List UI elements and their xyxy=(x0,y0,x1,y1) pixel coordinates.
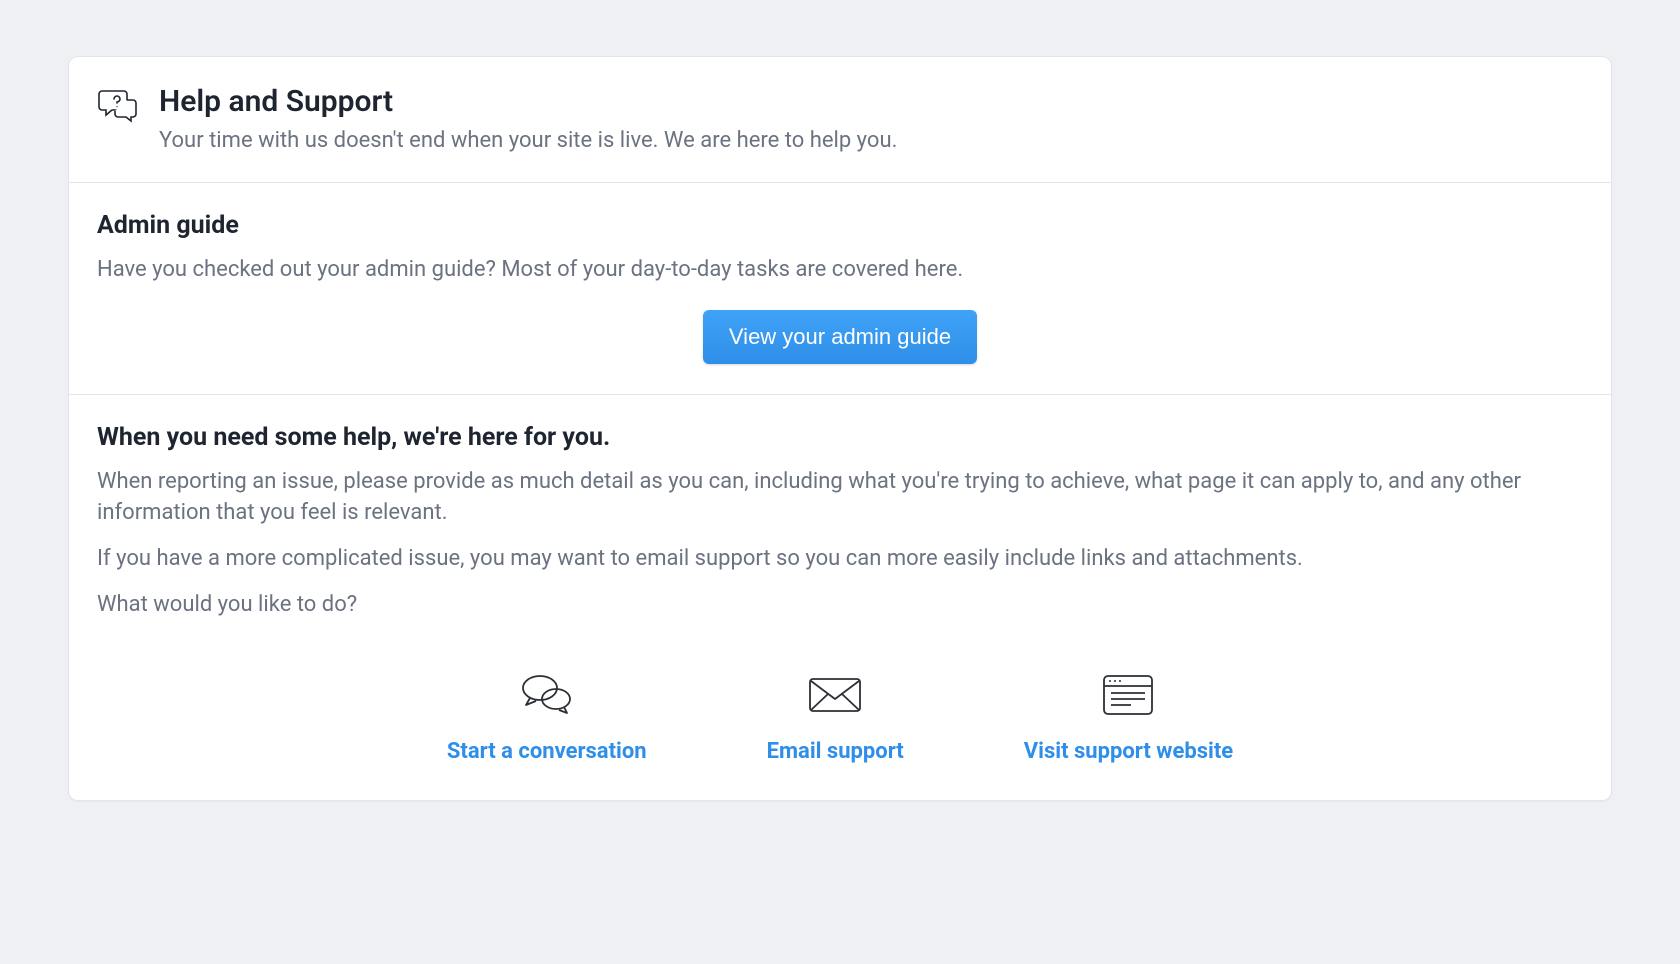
need-help-heading: When you need some help, we're here for … xyxy=(97,423,1583,452)
admin-guide-description: Have you checked out your admin guide? M… xyxy=(97,254,1583,286)
need-help-p3: What would you like to do? xyxy=(97,589,1583,621)
support-actions: Start a conversation Email support xyxy=(97,671,1583,764)
visit-support-website-label: Visit support website xyxy=(1024,739,1233,764)
need-help-section: When you need some help, we're here for … xyxy=(69,395,1611,801)
header-text: Help and Support Your time with us doesn… xyxy=(159,85,897,156)
start-conversation-action[interactable]: Start a conversation xyxy=(447,671,647,764)
need-help-p1: When reporting an issue, please provide … xyxy=(97,466,1583,530)
admin-guide-button-row: View your admin guide xyxy=(97,310,1583,364)
envelope-icon xyxy=(807,671,863,719)
page-subtitle: Your time with us doesn't end when your … xyxy=(159,126,897,156)
admin-guide-section: Admin guide Have you checked out your ad… xyxy=(69,183,1611,395)
browser-window-icon xyxy=(1101,671,1155,719)
help-support-icon xyxy=(97,85,141,127)
help-support-card: Help and Support Your time with us doesn… xyxy=(68,56,1612,801)
card-header: Help and Support Your time with us doesn… xyxy=(69,57,1611,183)
view-admin-guide-button[interactable]: View your admin guide xyxy=(703,310,977,364)
chat-icon xyxy=(518,671,576,719)
email-support-label: Email support xyxy=(767,739,904,764)
email-support-action[interactable]: Email support xyxy=(767,671,904,764)
visit-support-website-action[interactable]: Visit support website xyxy=(1024,671,1233,764)
page-title: Help and Support xyxy=(159,85,897,118)
need-help-p2: If you have a more complicated issue, yo… xyxy=(97,543,1583,575)
start-conversation-label: Start a conversation xyxy=(447,739,647,764)
admin-guide-heading: Admin guide xyxy=(97,211,1583,240)
